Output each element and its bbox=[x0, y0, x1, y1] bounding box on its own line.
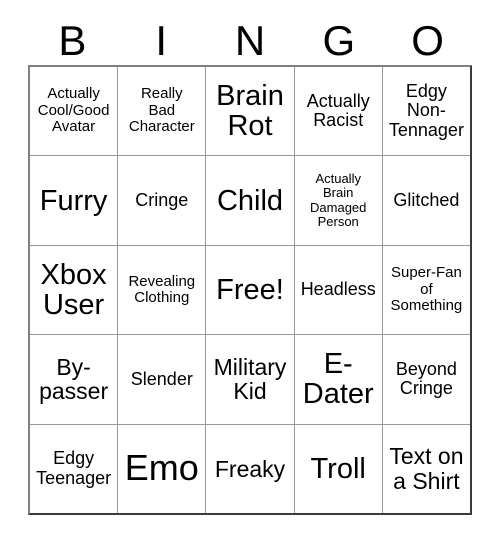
bingo-cell-g2[interactable]: Actually Brain Damaged Person bbox=[293, 156, 382, 245]
bingo-cell-g1[interactable]: Actually Racist bbox=[293, 67, 382, 156]
header-letter-i: I bbox=[155, 16, 168, 64]
header-letter-b: B bbox=[58, 16, 87, 64]
bingo-cell-o2[interactable]: Glitched bbox=[381, 156, 470, 245]
bingo-cell-free-space[interactable]: Free! bbox=[205, 245, 293, 335]
bingo-cell-o1[interactable]: Edgy Non- Tennager bbox=[381, 67, 470, 156]
header-letter-o: O bbox=[411, 16, 444, 64]
bingo-cell-b1[interactable]: Actually Cool/Good Avatar bbox=[30, 67, 117, 155]
bingo-cell-n4[interactable]: Military Kid bbox=[205, 335, 293, 424]
bingo-cell-g5[interactable]: Troll bbox=[293, 424, 382, 514]
bingo-cell-i1[interactable]: Really Bad Character bbox=[117, 67, 205, 156]
bingo-cell-i3[interactable]: Revealing Clothing bbox=[117, 245, 205, 335]
bingo-row-3: Xbox User Revealing Clothing Free! Headl… bbox=[30, 244, 470, 335]
bingo-header: B I N G O bbox=[28, 16, 472, 65]
bingo-cell-n1[interactable]: Brain Rot bbox=[205, 67, 293, 156]
bingo-cell-b4[interactable]: By- passer bbox=[30, 335, 117, 423]
bingo-cell-o3[interactable]: Super-Fan of Something bbox=[381, 245, 470, 335]
bingo-cell-g4[interactable]: E- Dater bbox=[293, 335, 382, 424]
header-letter-g: G bbox=[322, 16, 356, 64]
bingo-grid: Actually Cool/Good Avatar Really Bad Cha… bbox=[28, 65, 472, 515]
bingo-row-5: Edgy Teenager Emo Freaky Troll Text on a… bbox=[30, 423, 470, 514]
bingo-cell-o5[interactable]: Text on a Shirt bbox=[381, 424, 470, 514]
bingo-cell-b2[interactable]: Furry bbox=[30, 156, 117, 244]
bingo-cell-i5[interactable]: Emo bbox=[117, 424, 205, 514]
bingo-cell-g3[interactable]: Headless bbox=[293, 245, 382, 335]
bingo-cell-b3[interactable]: Xbox User bbox=[30, 246, 117, 334]
bingo-cell-b5[interactable]: Edgy Teenager bbox=[30, 425, 117, 513]
header-letter-n: N bbox=[234, 16, 266, 64]
bingo-row-1: Actually Cool/Good Avatar Really Bad Cha… bbox=[30, 67, 470, 156]
bingo-row-4: By- passer Slender Military Kid E- Dater… bbox=[30, 334, 470, 424]
bingo-cell-i4[interactable]: Slender bbox=[117, 335, 205, 424]
bingo-cell-o4[interactable]: Beyond Cringe bbox=[381, 335, 470, 424]
bingo-row-2: Furry Cringe Child Actually Brain Damage… bbox=[30, 155, 470, 245]
bingo-cell-i2[interactable]: Cringe bbox=[117, 156, 205, 245]
bingo-cell-n5[interactable]: Freaky bbox=[205, 424, 293, 514]
bingo-card: B I N G O Actually Cool/Good Avatar Real… bbox=[0, 0, 500, 544]
bingo-cell-n2[interactable]: Child bbox=[205, 156, 293, 245]
